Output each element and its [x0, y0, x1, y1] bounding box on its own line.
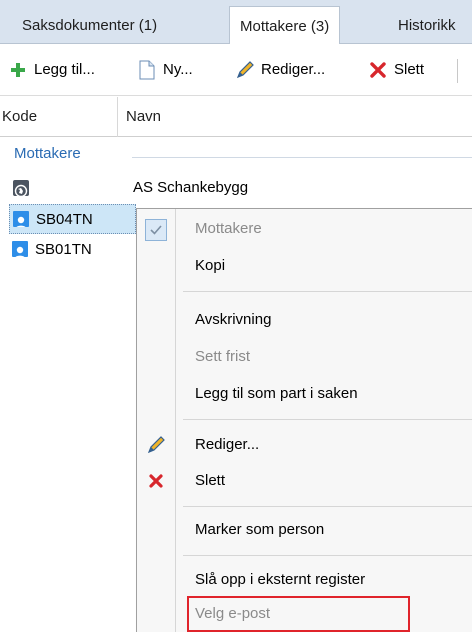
plus-icon [8, 60, 28, 80]
menu-item-sett-frist[interactable]: Sett frist [137, 342, 472, 372]
highlight-box [187, 596, 410, 632]
tab-saksdokumenter[interactable]: Saksdokumenter (1) [12, 9, 167, 44]
menu-item-marker-som-person[interactable]: Marker som person [137, 515, 472, 545]
menu-item-avskrivning[interactable]: Avskrivning [137, 305, 472, 335]
list-item[interactable]: SB01TN [9, 235, 136, 265]
column-code[interactable]: Kode [0, 97, 118, 137]
menu-separator [183, 419, 472, 420]
menu-item-label: Marker som person [195, 521, 325, 538]
edit-button[interactable]: Rediger... [235, 57, 325, 83]
menu-item-label: Avskrivning [195, 311, 272, 328]
add-button-label: Legg til... [34, 61, 95, 78]
menu-separator [183, 291, 472, 292]
new-button[interactable]: Ny... [137, 57, 193, 83]
menu-separator [183, 555, 472, 556]
edit-button-label: Rediger... [261, 61, 326, 78]
delete-x-icon [145, 470, 167, 492]
toolbar-separator [457, 59, 458, 83]
new-button-label: Ny... [163, 61, 193, 78]
column-name[interactable]: Navn [126, 97, 161, 137]
pencil-icon [235, 60, 255, 80]
menu-item-label: Sett frist [195, 348, 251, 365]
menu-item-sla-opp-eksternt-register[interactable]: Slå opp i eksternt register [137, 565, 472, 595]
list-item-selected[interactable]: SB04TN [9, 204, 136, 234]
tab-historikk[interactable]: Historikk [388, 9, 466, 44]
menu-item-label: Slett [195, 472, 226, 489]
menu-item-kopi[interactable]: Kopi [137, 251, 472, 281]
menu-item-legg-til-som-part[interactable]: Legg til som part i saken [137, 379, 472, 409]
row-name: AS Schankebygg [133, 179, 249, 196]
menu-item-label: Kopi [195, 257, 226, 274]
person-icon [12, 241, 28, 257]
menu-item-slett[interactable]: Slett [137, 466, 472, 496]
tab-mottakere[interactable]: Mottakere (3) [229, 6, 341, 44]
column-header: Kode Navn [0, 97, 472, 137]
pencil-icon [145, 434, 167, 456]
row-code: SB01TN [35, 241, 92, 258]
delete-button-label: Slett [394, 61, 425, 78]
checkmark-icon [145, 219, 167, 241]
menu-item-label: Legg til som part i saken [195, 385, 358, 402]
new-document-icon [137, 60, 157, 80]
menu-item-mottakere[interactable]: Mottakere [137, 214, 472, 244]
list-item[interactable]: AS Schankebygg [0, 173, 472, 203]
person-icon [13, 211, 29, 227]
delete-x-icon [368, 60, 388, 80]
row-code: SB04TN [36, 211, 93, 228]
group-divider [132, 157, 472, 158]
menu-item-rediger[interactable]: Rediger... [137, 430, 472, 460]
tab-strip: Saksdokumenter (1) Mottakere (3) Histori… [0, 0, 472, 44]
context-menu: Mottakere Kopi Avskrivning Sett frist Le… [136, 208, 472, 632]
delete-button[interactable]: Slett [368, 57, 424, 83]
menu-item-label: Rediger... [195, 436, 260, 453]
toolbar: Legg til... Ny... Rediger... Slett [0, 44, 472, 96]
add-button[interactable]: Legg til... [8, 57, 95, 83]
group-header-mottakere: Mottakere [14, 145, 81, 162]
menu-separator [183, 506, 472, 507]
menu-item-label: Slå opp i eksternt register [195, 571, 366, 588]
globe-icon [13, 180, 29, 198]
menu-item-label: Mottakere [195, 220, 262, 237]
